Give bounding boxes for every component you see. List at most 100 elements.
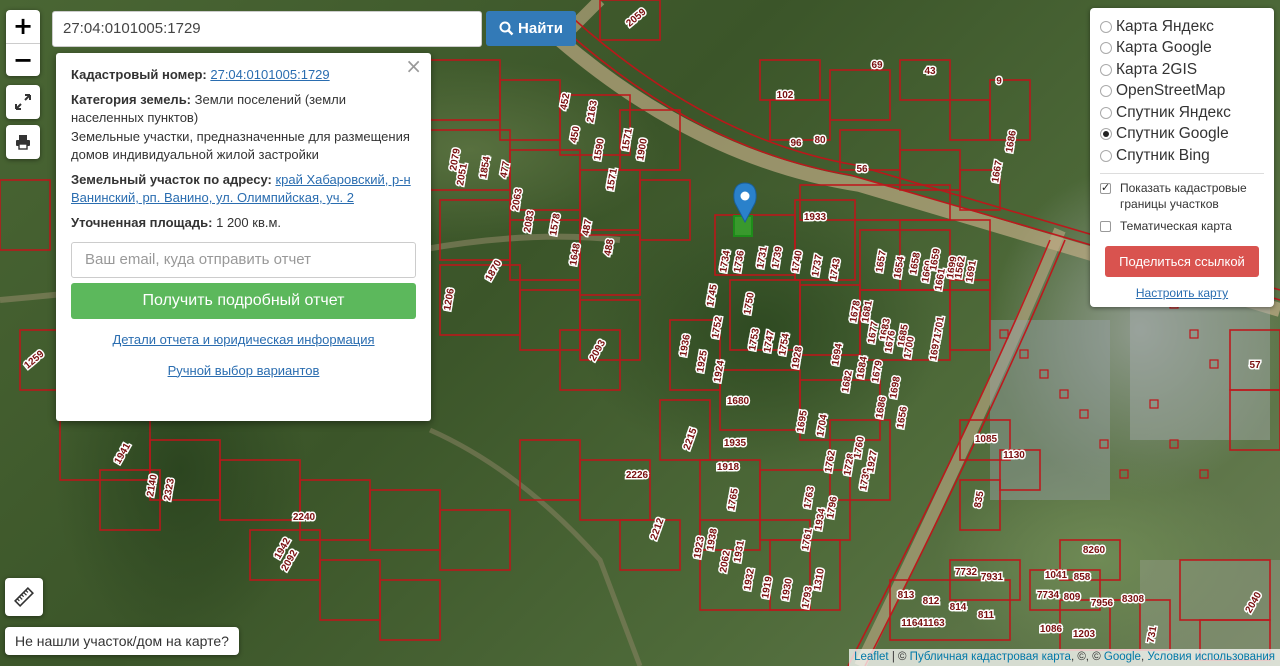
layer-radio[interactable] xyxy=(1100,149,1112,162)
ruler-icon xyxy=(14,587,34,607)
plot-number-label: 2215 xyxy=(682,426,700,451)
plot-number-label: 8308 xyxy=(1122,594,1145,605)
base-layer-option[interactable]: Карта 2GIS xyxy=(1100,59,1264,81)
plot-number-label: 1743 xyxy=(828,257,843,281)
layer-radio[interactable] xyxy=(1100,128,1112,141)
thematic-map-toggle[interactable]: Тематическая карта xyxy=(1100,218,1264,235)
plot-number-label: 102 xyxy=(777,90,794,101)
attribution-separator: , ©, © xyxy=(1070,651,1104,663)
plot-number-label: 1737 xyxy=(810,253,825,277)
address-label: Земельный участок по адресу: xyxy=(71,171,272,187)
layer-radio[interactable] xyxy=(1100,20,1112,33)
plot-number-label: 1680 xyxy=(727,396,750,407)
plot-number-label: 858 xyxy=(1074,572,1091,583)
terms-link[interactable]: Условия использования xyxy=(1147,651,1275,663)
plot-number-label: 1571 xyxy=(605,167,620,191)
plot-number-label: 43 xyxy=(924,66,936,77)
map-settings-link[interactable]: Настроить карту xyxy=(1100,286,1264,300)
plot-number-label: 7931 xyxy=(981,572,1004,583)
measure-button[interactable] xyxy=(5,578,43,616)
layer-radio[interactable] xyxy=(1100,42,1112,55)
not-found-button[interactable]: Не нашли участок/дом на карте? xyxy=(5,627,239,655)
plot-number-label: 57 xyxy=(1249,360,1261,371)
plot-number-label: 1698 xyxy=(888,375,903,399)
plot-number-label: 9 xyxy=(996,76,1002,87)
cadastral-number-link[interactable]: 27:04:0101005:1729 xyxy=(210,67,329,82)
plot-number-label: 1933 xyxy=(804,212,827,223)
leaflet-link[interactable]: Leaflet xyxy=(854,651,889,663)
zoom-out-button[interactable]: − xyxy=(6,43,40,76)
get-report-button[interactable]: Получить подробный отчет xyxy=(71,283,416,319)
plot-number-label: 1753 xyxy=(747,327,762,351)
plot-number-label: 1701 xyxy=(932,315,947,339)
search-button-label: Найти xyxy=(518,20,563,37)
plot-number-label: 2063 xyxy=(510,187,525,211)
print-button[interactable] xyxy=(6,125,40,159)
plot-number-label: 487 xyxy=(581,218,595,237)
plot-number-label: 1697 xyxy=(928,337,943,361)
plot-number-label: 8260 xyxy=(1083,545,1106,556)
email-field[interactable]: Ваш email, куда отправить отчет xyxy=(71,242,416,278)
address-row: Земельный участок по адресу: край Хабаро… xyxy=(71,171,416,208)
plot-number-label: 1745 xyxy=(705,283,720,307)
google-link[interactable]: Google xyxy=(1104,651,1141,663)
plot-number-label: 1928 xyxy=(790,345,805,369)
plot-number-label: 80 xyxy=(814,135,826,146)
base-layer-option[interactable]: Спутник Bing xyxy=(1100,145,1264,167)
pkk-link[interactable]: Публичная кадастровая карта xyxy=(910,651,1071,663)
search-button[interactable]: Найти xyxy=(486,11,576,46)
base-layer-option[interactable]: Карта Яндекс xyxy=(1100,16,1264,38)
close-icon[interactable]: × xyxy=(405,56,422,75)
area-row: Уточненная площадь: 1 200 кв.м. xyxy=(71,214,416,233)
plot-number-label: 11641163 xyxy=(901,618,945,629)
land-category-row: Категория земель: Земли поселений (земли… xyxy=(71,91,416,165)
plot-number-label: 1870 xyxy=(484,258,505,283)
land-purpose-value: Земельные участки, предназначенные для р… xyxy=(71,128,410,163)
manual-selection-link[interactable]: Ручной выбор вариантов xyxy=(168,363,320,378)
base-layer-option[interactable]: Спутник Яндекс xyxy=(1100,102,1264,124)
plot-number-label: 1761 xyxy=(800,527,815,551)
plot-number-label: 96 xyxy=(790,138,802,149)
base-layer-option[interactable]: OpenStreetMap xyxy=(1100,81,1264,103)
report-details-link[interactable]: Детали отчета и юридическая информация xyxy=(112,332,374,347)
base-layer-option[interactable]: Карта Google xyxy=(1100,38,1264,60)
plot-number-label: 1590 xyxy=(592,137,607,161)
plot-number-label: 450 xyxy=(569,125,583,144)
plot-number-label: 1731 xyxy=(755,245,770,269)
fullscreen-button[interactable] xyxy=(6,85,40,119)
plot-number-label: 2062 xyxy=(718,549,733,573)
plot-number-label: 1041 xyxy=(1045,570,1068,581)
layer-radio[interactable] xyxy=(1100,85,1112,98)
plot-number-label: 2240 xyxy=(293,512,316,523)
plot-number-label: 1919 xyxy=(760,575,775,599)
plot-number-label: 1763 xyxy=(802,485,817,509)
plot-number-label: 1667 xyxy=(990,159,1005,183)
share-link-button[interactable]: Поделиться ссылкой xyxy=(1105,246,1259,277)
plot-number-label: 1704 xyxy=(815,413,830,437)
plot-number-label: 813 xyxy=(898,590,915,601)
cadastral-search-input[interactable]: 27:04:0101005:1729 xyxy=(52,11,482,47)
base-layer-option[interactable]: Спутник Google xyxy=(1100,124,1264,146)
plot-number-label: 56 xyxy=(856,164,868,175)
thematic-map-checkbox[interactable] xyxy=(1100,220,1111,232)
cadastral-number-label: Кадастровый номер: xyxy=(71,67,207,82)
thematic-map-label: Тематическая карта xyxy=(1120,218,1232,233)
plot-number-label: 1684 xyxy=(855,355,870,379)
layer-radio[interactable] xyxy=(1100,106,1112,119)
plot-number-label: 1752 xyxy=(710,315,725,339)
layer-radio[interactable] xyxy=(1100,63,1112,76)
plot-number-label: 1927 xyxy=(865,449,880,473)
plot-number-label: 1935 xyxy=(724,438,747,449)
zoom-in-button[interactable]: + xyxy=(6,10,40,43)
show-cadastral-checkbox[interactable] xyxy=(1100,180,1111,196)
base-layer-list: Карта Яндекс Карта Google Карта 2GIS OpenSt… xyxy=(1100,16,1264,167)
plot-number-label: 1900 xyxy=(635,137,650,161)
plot-number-label: 1931 xyxy=(732,539,747,563)
land-category-label: Категория земель: xyxy=(71,91,192,107)
plot-number-label: 1936 xyxy=(678,333,693,357)
show-cadastral-toggle[interactable]: Показать кадастровые границы участков xyxy=(1100,180,1264,213)
plot-number-label: 1130 xyxy=(1003,450,1025,461)
plot-number-label: 69 xyxy=(871,60,883,71)
plot-number-label: 1736 xyxy=(732,249,747,273)
plot-number-label: 1086 xyxy=(1040,624,1063,635)
